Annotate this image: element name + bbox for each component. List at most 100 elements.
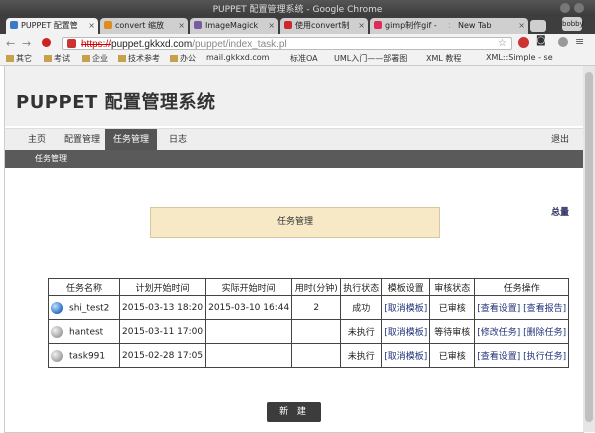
review-status: 已审核 — [429, 295, 476, 320]
bookmark-folder[interactable]: 技术参考 — [118, 53, 160, 64]
plan-start: 2015-03-11 17:00 — [118, 319, 207, 344]
status-ball-icon — [51, 325, 63, 338]
summary-link[interactable]: 总量 — [551, 205, 569, 218]
bookmark-star-icon[interactable]: ☆ — [498, 37, 507, 50]
stop-icon[interactable] — [42, 38, 51, 47]
tab-strip: PUPPET 配置管 × convert 缩放 × ImageMagick × 使用c… — [0, 16, 595, 34]
bookmark-link[interactable]: 标准OA — [290, 53, 318, 64]
status-ball-icon — [51, 301, 63, 314]
tab-close-icon[interactable]: × — [358, 18, 365, 34]
bookmark-folder[interactable]: 其它 — [6, 53, 32, 64]
page-content: PUPPET 配置管理系统 主页 配置管理 任务管理 日志 退出 任务管理 任务… — [4, 66, 584, 433]
extension-icon[interactable] — [518, 37, 529, 48]
menu-item-home[interactable]: 主页 — [19, 129, 55, 151]
folder-icon — [170, 55, 178, 62]
new-task-button[interactable]: 新 建 — [267, 402, 321, 422]
sub-nav-title[interactable]: 任务管理 — [35, 153, 67, 164]
sub-navigation: 任务管理 — [5, 150, 583, 168]
tab-puppet[interactable]: PUPPET 配置管 × — [6, 18, 98, 34]
tab-favicon-icon — [194, 21, 202, 29]
folder-icon — [6, 55, 14, 62]
run-task-link[interactable]: [执行任务] — [523, 352, 566, 362]
actual-start — [205, 319, 293, 344]
exec-status: 未执行 — [340, 319, 383, 344]
tab-close-icon[interactable]: × — [518, 18, 525, 34]
bookmark-folder[interactable]: 办公 — [170, 53, 196, 64]
tab-favicon-icon — [284, 21, 292, 29]
duration: 2 — [291, 295, 342, 320]
logout-link[interactable]: 退出 — [545, 129, 575, 151]
duration — [291, 319, 342, 344]
new-tab-button[interactable] — [530, 20, 546, 32]
tab-convert[interactable]: convert 缩放 × — [100, 18, 188, 34]
column-header: 审核状态 — [429, 278, 476, 296]
page-scrollbar[interactable] — [583, 66, 595, 432]
cancel-template-link[interactable]: [取消模板] — [381, 295, 431, 320]
extension-icon[interactable] — [558, 37, 568, 47]
view-report-link[interactable]: [查看报告] — [523, 304, 566, 314]
profile-button[interactable]: bobby — [562, 17, 584, 31]
task-name: hantest — [69, 327, 104, 337]
menu-icon[interactable]: ≡ — [575, 35, 584, 48]
menu-item-config[interactable]: 配置管理 — [59, 129, 105, 151]
bookmark-folder[interactable]: 考试 — [44, 53, 70, 64]
tab-close-icon[interactable]: × — [178, 18, 185, 34]
folder-icon — [118, 55, 126, 62]
view-settings-link[interactable]: [查看设置] — [477, 352, 520, 362]
edit-task-link[interactable]: [修改任务] — [477, 328, 520, 338]
back-icon[interactable]: ← — [6, 37, 15, 50]
table-header-row: 任务名称 计划开始时间 实际开始时间 用时(分钟) 执行状态 模板设置 审核状态… — [48, 278, 570, 296]
page-title: PUPPET 配置管理系统 — [16, 92, 216, 113]
menu-item-tasks[interactable]: 任务管理 — [105, 129, 157, 151]
notice-banner: 任务管理 — [150, 207, 440, 238]
column-header: 执行状态 — [340, 278, 383, 296]
tab-new-tab[interactable]: New Tab × — [450, 18, 528, 34]
tab-favicon-icon — [374, 21, 382, 29]
cancel-template-link[interactable]: [取消模板] — [381, 319, 431, 344]
menu-item-log[interactable]: 日志 — [161, 129, 195, 151]
actual-start: 2015-03-10 16:44 — [205, 295, 293, 320]
folder-icon — [82, 55, 90, 62]
forward-icon[interactable]: → — [22, 37, 31, 50]
address-bar[interactable]: https://puppet.gkkxd.com/puppet/index_ta… — [62, 37, 512, 50]
navigation-bar: ← → https://puppet.gkkxd.com/puppet/inde… — [0, 34, 595, 52]
window-title: PUPPET 配置管理系统 - Google Chrome — [212, 5, 383, 15]
tab-imagemagick[interactable]: ImageMagick × — [190, 18, 278, 34]
table-row: shi_test2 2015-03-13 18:20 2015-03-10 16… — [48, 295, 570, 320]
task-name: task991 — [69, 351, 106, 361]
tab-close-icon[interactable]: × — [268, 18, 275, 34]
page-header: PUPPET 配置管理系统 — [5, 66, 583, 126]
scrollbar-thumb[interactable] — [585, 72, 593, 422]
bookmark-link[interactable]: UML入门——部署图 — [334, 53, 407, 64]
column-header: 计划开始时间 — [118, 278, 207, 296]
bookmark-link[interactable]: mail.gkkxd.com — [206, 53, 269, 62]
bookmarks-bar: 其它 考试 企业 技术参考 办公 mail.gkkxd.com 标准OA UML… — [0, 52, 595, 66]
review-status: 等待审核 — [429, 319, 476, 344]
table-row: task991 2015-02-28 17:05 未执行 [取消模板] 已审核 … — [48, 343, 570, 368]
task-table: 任务名称 计划开始时间 实际开始时间 用时(分钟) 执行状态 模板设置 审核状态… — [48, 278, 570, 368]
review-status: 已审核 — [429, 343, 476, 368]
bookmark-folder[interactable]: 企业 — [82, 53, 108, 64]
column-header: 模板设置 — [381, 278, 431, 296]
plan-start: 2015-02-28 17:05 — [118, 343, 207, 368]
folder-icon — [44, 55, 52, 62]
plan-start: 2015-03-13 18:20 — [118, 295, 207, 320]
main-menu: 主页 配置管理 任务管理 日志 退出 — [5, 128, 583, 151]
exec-status: 未执行 — [340, 343, 383, 368]
task-name: shi_test2 — [69, 303, 110, 313]
glasses-icon[interactable]: ◙ — [536, 35, 546, 46]
cancel-template-link[interactable]: [取消模板] — [381, 343, 431, 368]
window-titlebar: PUPPET 配置管理系统 - Google Chrome — [0, 0, 595, 16]
column-header: 用时(分钟) — [291, 278, 342, 296]
tab-close-icon[interactable]: × — [88, 18, 95, 34]
table-row: hantest 2015-03-11 17:00 未执行 [取消模板] 等待审核… — [48, 319, 570, 344]
bookmark-link[interactable]: XML 教程 — [426, 53, 461, 64]
exec-status: 成功 — [340, 295, 383, 320]
delete-task-link[interactable]: [删除任务] — [523, 328, 566, 338]
tab-favicon-icon — [104, 21, 112, 29]
view-settings-link[interactable]: [查看设置] — [477, 304, 520, 314]
tab-convert-usage[interactable]: 使用convert制 × — [280, 18, 368, 34]
tab-gimp[interactable]: gimp制作gif -× — [370, 18, 458, 34]
column-header: 任务名称 — [48, 278, 120, 296]
bookmark-link[interactable]: XML::Simple - se — [486, 53, 553, 62]
